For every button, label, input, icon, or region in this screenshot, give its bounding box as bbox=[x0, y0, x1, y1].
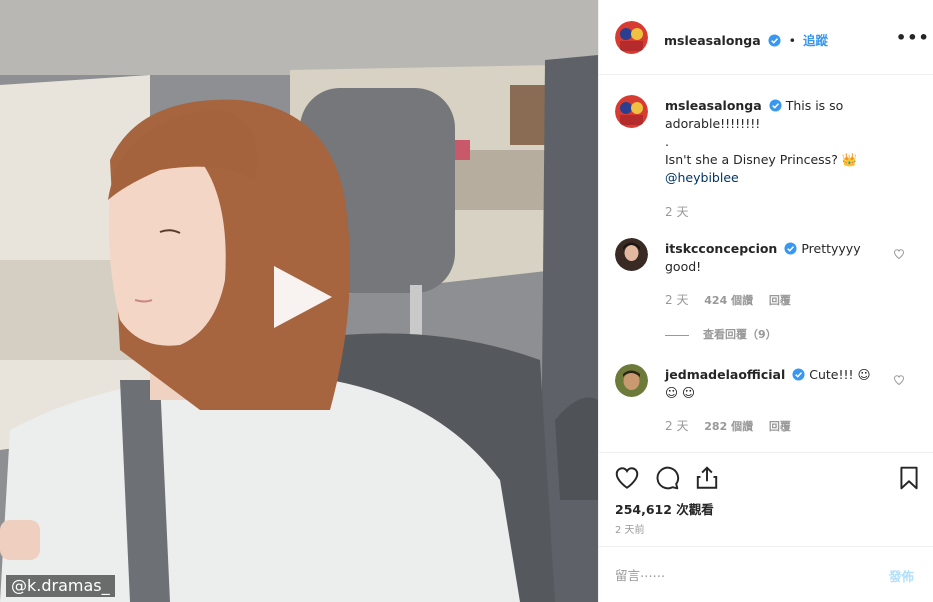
avatar-image bbox=[615, 238, 648, 271]
like-comment-heart-icon[interactable] bbox=[893, 374, 905, 386]
separator-dot: • bbox=[788, 33, 797, 48]
reply-button[interactable]: 回覆 bbox=[769, 420, 791, 433]
commenter-avatar[interactable] bbox=[615, 238, 648, 271]
verified-badge-icon bbox=[784, 242, 797, 255]
comment-likes[interactable]: 424 個讚 bbox=[704, 294, 753, 307]
caption-line: adorable!!!!!!!! bbox=[665, 116, 761, 131]
avatar-image bbox=[615, 21, 648, 54]
comment-meta: 2 天 424 個讚 回覆 bbox=[665, 291, 803, 308]
replies-divider bbox=[665, 334, 689, 336]
verified-badge-icon bbox=[769, 99, 782, 112]
caption-username[interactable]: msleasalonga bbox=[665, 98, 762, 113]
post-actions: 254,612 次觀看 2 天前 bbox=[599, 452, 933, 547]
commenter-avatar[interactable] bbox=[615, 364, 648, 397]
author-username[interactable]: msleasalonga bbox=[664, 33, 761, 48]
caption-line: Isn't she a Disney Princess? 👑 bbox=[665, 152, 858, 167]
avatar-image bbox=[615, 95, 648, 128]
bookmark-icon[interactable] bbox=[896, 465, 922, 491]
video-watermark: @k.dramas_ bbox=[6, 575, 115, 597]
follow-button[interactable]: 追蹤 bbox=[803, 33, 828, 48]
comment-text: itskcconcepcion Prettyyyy good! bbox=[665, 240, 880, 276]
commenter-username[interactable]: itskcconcepcion bbox=[665, 241, 777, 256]
comment-likes[interactable]: 282 個讚 bbox=[704, 420, 753, 433]
view-replies-label: 查看回覆（9） bbox=[703, 328, 777, 341]
comment-text: jedmadelaofficial Cute!!! ☺ ☺ ☺ bbox=[665, 366, 880, 402]
play-icon bbox=[274, 266, 332, 328]
post-timestamp[interactable]: 2 天前 bbox=[615, 521, 645, 536]
verified-badge-icon bbox=[792, 368, 805, 381]
comments-list: msleasalonga This is so adorable!!!!!!!!… bbox=[599, 75, 933, 453]
comment-time[interactable]: 2 天 bbox=[665, 419, 688, 433]
view-count[interactable]: 254,612 次觀看 bbox=[615, 499, 714, 518]
play-button[interactable] bbox=[270, 264, 336, 330]
comment-bubble-icon[interactable] bbox=[654, 465, 680, 491]
avatar-image bbox=[615, 364, 648, 397]
more-options-button[interactable]: ••• bbox=[896, 28, 929, 47]
caption-line: This is so bbox=[785, 98, 844, 113]
reply-button[interactable]: 回覆 bbox=[769, 294, 791, 307]
like-heart-icon[interactable] bbox=[614, 465, 640, 491]
caption-meta: 2 天 bbox=[665, 203, 700, 220]
commenter-username[interactable]: jedmadelaofficial bbox=[665, 367, 785, 382]
comment-input[interactable] bbox=[615, 565, 865, 585]
author-avatar[interactable] bbox=[615, 21, 648, 54]
like-comment-heart-icon[interactable] bbox=[893, 248, 905, 260]
verified-badge-icon bbox=[768, 34, 781, 47]
post-header: msleasalonga • 追蹤 ••• bbox=[599, 0, 933, 75]
caption-mention-link[interactable]: @heybiblee bbox=[665, 170, 739, 185]
caption-avatar[interactable] bbox=[615, 95, 648, 128]
share-icon[interactable] bbox=[694, 465, 720, 491]
comment-time[interactable]: 2 天 bbox=[665, 293, 688, 307]
add-comment-bar: 發佈 bbox=[599, 546, 933, 602]
video-player[interactable]: @k.dramas_ bbox=[0, 0, 598, 602]
post-panel: msleasalonga • 追蹤 ••• msleasalonga This … bbox=[598, 0, 933, 602]
header-name-row: msleasalonga • 追蹤 bbox=[664, 30, 828, 49]
caption-text: msleasalonga This is so adorable!!!!!!!!… bbox=[665, 97, 895, 187]
comment-meta: 2 天 282 個讚 回覆 bbox=[665, 417, 803, 434]
caption-time[interactable]: 2 天 bbox=[665, 205, 688, 219]
caption-line: . bbox=[665, 134, 669, 149]
view-replies-button[interactable]: 查看回覆（9） bbox=[665, 326, 777, 342]
post-comment-button[interactable]: 發佈 bbox=[889, 566, 914, 585]
